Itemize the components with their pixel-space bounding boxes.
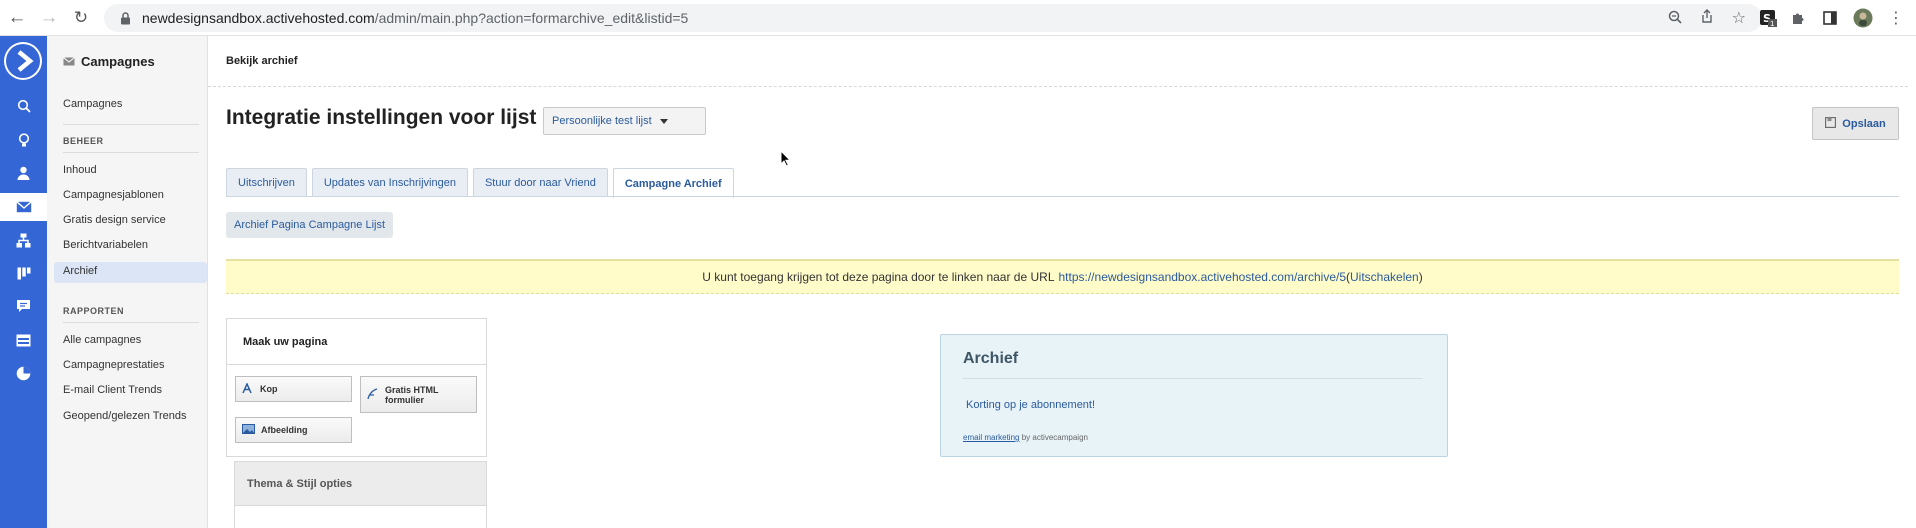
email-marketing-link[interactable]: email marketing [963,433,1019,442]
profile-avatar[interactable] [1852,4,1874,32]
url-host: newdesignsandbox.activehosted.com [142,10,375,26]
tab-uitschrijven[interactable]: Uitschrijven [226,168,307,197]
sidebar-item-campagnesjablonen[interactable]: Campagnesjablonen [63,189,164,201]
deals-pipeline-icon[interactable] [0,259,47,287]
menu-dots-icon[interactable]: ⋮ [1886,4,1906,32]
automations-icon[interactable] [0,226,47,254]
website-icon[interactable] [0,326,47,354]
caret-down-icon [659,118,668,124]
builder-heading: Maak uw pagina [226,318,487,364]
save-label: Opslaan [1842,117,1886,130]
lock-icon [118,11,132,25]
extensions-puzzle-icon[interactable] [1788,4,1808,32]
sidebar-item-email-client-trends[interactable]: E-mail Client Trends [63,384,162,396]
sidebar-title: Campagnes [63,54,155,69]
sidepanel-icon[interactable] [1820,4,1840,32]
conversations-icon[interactable] [0,292,47,320]
list-select-value: Persoonlijke test lijst [552,115,652,127]
tab-campagne-archief[interactable]: Campagne Archief [612,168,734,198]
widget-kop[interactable]: Kop [235,376,352,402]
archive-preview: Archief Korting op je abonnement! email … [940,334,1448,457]
breadcrumb: Bekijk archief [226,55,298,67]
reload-icon[interactable]: ↻ [66,0,96,36]
page-builder-panel: Maak uw pagina Kop Gratis HTML formulier… [226,318,487,528]
sidebar-title-text: Campagnes [81,54,155,69]
back-icon[interactable]: ← [2,0,32,36]
archive-url-notice: U kunt toegang krijgen tot deze pagina d… [226,259,1899,294]
forward-icon[interactable]: → [34,0,64,36]
activecampaign-logo[interactable] [4,42,42,80]
tab-updates-van-inschrijvingen[interactable]: Updates van Inschrijvingen [311,168,468,197]
list-select[interactable]: Persoonlijke test lijst [543,107,706,135]
preview-campaign-link[interactable]: Korting op je abonnement! [966,399,1095,411]
preview-divider [963,378,1423,379]
sidebar-item-archief[interactable]: Archief [63,265,97,277]
sidebar-item-berichtvariabelen[interactable]: Berichtvariabelen [63,239,148,251]
theme-panel-body [234,506,487,528]
search-icon[interactable] [0,92,47,120]
sidebar-item-geopend-gelezen-trends[interactable]: Geopend/gelezen Trends [63,410,187,422]
zoom-icon[interactable] [1668,10,1682,27]
address-bar[interactable]: newdesignsandbox.activehosted.com/admin/… [104,4,1762,32]
subtab-archief-pagina-campagne-lijst[interactable]: Archief Pagina Campagne Lijst [226,212,394,238]
sidebar-section-beheer: BEHEER [63,136,104,146]
campaigns-sidebar: Campagnes Campagnes BEHEER Inhoud Campag… [47,36,208,528]
campaigns-envelope-icon[interactable] [0,193,53,221]
sidebar-item-alle-campagnes[interactable]: Alle campagnes [63,334,141,346]
sidebar-item-campagnes[interactable]: Campagnes [63,98,122,110]
notice-close-paren: ) [1418,270,1423,284]
sidebar-divider [63,322,199,323]
bookmark-star-icon[interactable]: ☆ [1732,8,1746,28]
widget-form-label: Gratis HTML formulier [385,384,439,405]
sidebar-item-campagneprestaties[interactable]: Campagneprestaties [63,359,165,371]
page-title: Integratie instellingen voor lijst [226,106,537,129]
lightbulb-icon[interactable] [0,126,47,154]
main-content: Bekijk archief Integratie instellingen v… [208,36,1916,528]
sidebar-section-rapporten: RAPPORTEN [63,306,125,316]
widget-afbeelding[interactable]: Afbeelding [235,417,352,443]
save-icon [1825,116,1837,131]
sidebar-divider [63,124,199,125]
widget-gratis-html-formulier[interactable]: Gratis HTML formulier [360,376,477,413]
preview-footer: email marketing by activecampaign [963,433,1088,442]
widget-kop-label: Kop [260,384,278,394]
url-text: newdesignsandbox.activehosted.com/admin/… [142,10,688,26]
envelope-icon [63,54,75,69]
url-path: /admin/main.php?action=formarchive_edit&… [374,10,689,26]
share-icon[interactable] [1700,9,1714,27]
tab-bar: Uitschrijven Updates van Inschrijvingen … [226,168,734,198]
widget-afbeelding-label: Afbeelding [261,425,308,435]
preview-footer-text: by activecampaign [1021,433,1088,442]
save-button[interactable]: Opslaan [1812,107,1899,140]
app-nav-rail [0,36,53,528]
disable-link[interactable]: Uitschakelen [1350,270,1419,284]
mouse-cursor-icon [780,149,792,172]
form-feather-icon [367,387,379,402]
image-icon [242,424,255,436]
sidebar-item-gratis-design-service[interactable]: Gratis design service [63,214,166,226]
notice-text: U kunt toegang krijgen tot deze pagina d… [702,270,1055,284]
contacts-icon[interactable] [0,159,47,187]
breadcrumb-bar: Bekijk archief [208,36,1908,87]
preview-title: Archief [963,350,1019,367]
sidebar-divider [63,152,199,153]
tab-stuur-door-naar-vriend[interactable]: Stuur door naar Vriend [472,168,608,197]
archive-url-link[interactable]: https://newdesignsandbox.activehosted.co… [1059,270,1347,284]
svg-text:1: 1 [1770,20,1774,27]
reports-pie-icon[interactable] [0,359,47,387]
browser-toolbar: ← → ↻ newdesignsandbox.activehosted.com/… [0,0,1916,36]
theme-style-options[interactable]: Thema & Stijl opties [234,461,487,506]
builder-widgets: Kop Gratis HTML formulier Afbeelding [226,364,487,457]
tab-underline [226,196,1899,197]
sidebar-item-inhoud[interactable]: Inhoud [63,164,97,176]
extension-s-icon[interactable]: S1 [1758,4,1778,32]
heading-icon [242,381,254,396]
